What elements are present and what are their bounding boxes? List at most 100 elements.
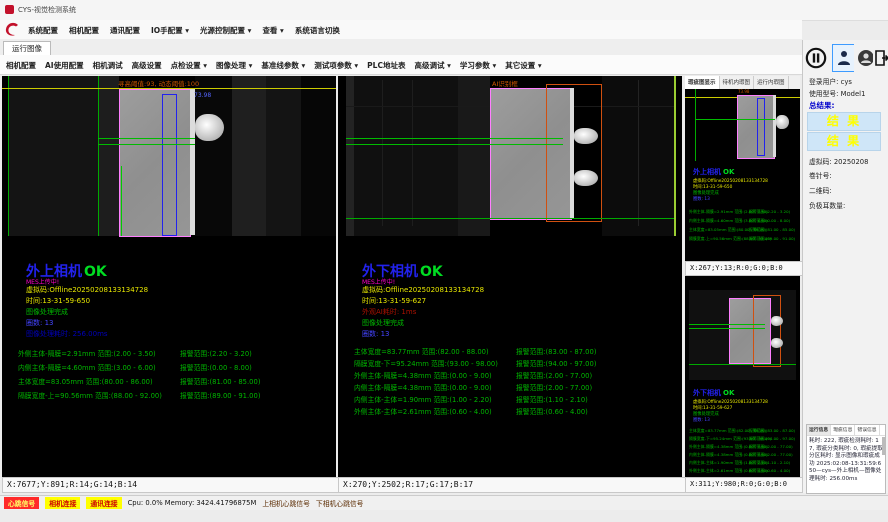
tool-advanced-settings[interactable]: 高级设置: [132, 60, 162, 71]
tool-advanced-debug[interactable]: 高级调试 ▾: [414, 60, 450, 71]
tool-baseline-params[interactable]: 基准线参数 ▾: [261, 60, 305, 71]
result-box-2: 结 果: [807, 132, 881, 151]
exit-door-icon: [874, 49, 888, 67]
log-text: 耗时: 222, 瑕疵检测耗时: 17, 瑕疵分类耗时: 0, 瑕疵提取分区耗时…: [807, 436, 885, 485]
menu-item-camera-config[interactable]: 相机配置: [69, 25, 99, 36]
baseline-vline: [98, 76, 99, 236]
barcode-text: 虚拟码:Offline20250208133134728: [362, 285, 484, 295]
tool-spotcheck-settings[interactable]: 点检设置 ▾: [171, 60, 207, 71]
metal-tab: [574, 128, 598, 144]
tool-camera-debug[interactable]: 相机调试: [93, 60, 123, 71]
process-done-text: 图像处理完成: [362, 318, 404, 328]
login-user-label: 登录用户: cys: [809, 76, 852, 86]
measure-row: 隔膜宽度-上=90.56mm 范围:(88.00 - 92.00)报警范围:(8…: [18, 390, 328, 402]
camera-panel-lower[interactable]: AI识别框 外下相机OK MES上传中! 虚拟码:Offline20250208…: [338, 76, 682, 477]
thumb-image-upper[interactable]: 73.98: [685, 89, 800, 161]
measure-row: 内侧主体-隔膜=4.38mm 范围:(0.00 - 9.00)报警范围:(2.0…: [354, 382, 664, 394]
result-box-1: 结 果: [807, 112, 881, 131]
time-text: 时间:13-31-59-650: [26, 296, 90, 306]
title-bar: CYS-视觉检测系统: [0, 0, 888, 21]
toolbar: 相机配置 AI使用配置 相机调试 高级设置 点检设置 ▾ 图像处理 ▾ 基准线参…: [0, 55, 802, 75]
measure-row: 内侧主体-隔膜=4.60mm 范围:(3.00 - 6.00)报警范围:(0.0…: [18, 362, 328, 374]
virtual-code-label: 虚拟码: 20250208: [809, 156, 868, 166]
product-region: [119, 89, 191, 237]
thumb-panel-lower[interactable]: 外下相机OK 虚拟码:Offline20250208133134728 时间:1…: [685, 276, 800, 477]
user-icon: [836, 49, 852, 67]
heartbeat-badge: 心跳信号: [4, 497, 39, 509]
ai-detect-rect: [546, 84, 602, 222]
model-label: 使用型号: Model1: [809, 88, 865, 98]
tool-image-processing[interactable]: 图像处理 ▾: [216, 60, 252, 71]
tool-camera-config[interactable]: 相机配置: [6, 60, 36, 71]
thumb-coord-bar-upper: X:267;Y:13;R:0;G:0;B:0: [685, 261, 806, 276]
measure-row: 隔膜宽度-下=95.24mm 范围:(93.00 - 98.00)报警范围:(9…: [354, 358, 664, 370]
comm-link-badge: 通讯连接: [86, 497, 121, 509]
measure-row: 内侧主体-主体=1.90mm 范围:(1.00 - 2.20)报警范围:(1.1…: [354, 394, 664, 406]
tool-ai-config[interactable]: AI使用配置: [45, 60, 84, 71]
tool-other-settings[interactable]: 其它设置 ▾: [505, 60, 541, 71]
login-user-value: cys: [841, 78, 852, 86]
measure-row: 主体宽度=83.77mm 范围:(82.00 - 88.00)报警范围:(83.…: [354, 346, 664, 358]
baseline-vline: [8, 76, 9, 236]
user-switch-button[interactable]: [832, 44, 856, 72]
metal-tab: [574, 170, 598, 186]
turns-text: 圈数: 13: [362, 329, 390, 339]
log-scrollbar[interactable]: [882, 437, 885, 455]
virtual-code-value: 20250208: [834, 158, 869, 166]
menu-item-language[interactable]: 系统语言切换: [295, 25, 340, 36]
measure-rect-blue: [162, 94, 177, 236]
thumb-panel-upper[interactable]: 73.98 外上相机OK 虚拟码:Offline2025020813313472…: [685, 89, 800, 261]
ai-label-overlay: AI识别框: [492, 78, 518, 88]
log-tab-run[interactable]: 运行信息: [807, 425, 831, 435]
result-ok: OK: [420, 264, 443, 280]
pin-label: 卷针号:: [809, 170, 832, 180]
menu-item-system-config[interactable]: 系统配置: [28, 25, 58, 36]
tool-test-params[interactable]: 测试项参数 ▾: [314, 60, 358, 71]
camera-image-upper[interactable]: 寻高阈值:93, 动态阈值:100 73.98: [2, 76, 336, 236]
metal-tab: [195, 114, 224, 141]
threshold-overlay: 寻高阈值:93, 动态阈值:100: [118, 78, 199, 88]
log-tabs: 运行信息 瑕疵信息 错误信息: [807, 425, 885, 436]
barcode-text: 虚拟码:Offline20250208133134728: [26, 285, 148, 295]
thumb-tabs: 瑕疵图显示 待机内瑕图 运行内瑕图: [685, 76, 800, 90]
time-text: 时间:13-31-59-627: [362, 296, 426, 306]
thumb-image-lower[interactable]: [685, 290, 800, 380]
coord-bar-lower: X:270;Y:2502;R:17;G:17;B:17: [338, 477, 688, 493]
result-ok: OK: [84, 264, 107, 280]
measure-row: 外侧主体-隔膜=2.91mm 范围:(2.00 - 3.50)报警范围:(2.2…: [18, 348, 328, 360]
cpu-memory-text: Cpu: 0.0% Memory: 3424.41796875M: [128, 499, 257, 507]
tool-learning-params[interactable]: 学习参数 ▾: [460, 60, 496, 71]
process-done-text: 图像处理完成: [26, 307, 68, 317]
camera-image-lower[interactable]: AI识别框: [338, 76, 682, 236]
thumb-result-title: 外上相机OK: [693, 167, 734, 177]
menu-item-light-config[interactable]: 光源控制配置 ▾: [200, 25, 251, 36]
camera-panel-upper[interactable]: 寻高阈值:93, 动态阈值:100 73.98 外上相机OK MES上传中! 虚…: [2, 76, 336, 477]
thumb-tab-defect[interactable]: 瑕疵图显示: [685, 76, 720, 89]
blue-measure-value: 73.98: [194, 92, 211, 99]
camera-link-badge: 相机连接: [45, 497, 80, 509]
log-tab-defect[interactable]: 瑕疵信息: [831, 425, 855, 435]
app-icon: [5, 5, 14, 14]
tool-plc-address[interactable]: PLC地址表: [367, 60, 405, 71]
toolbar-items: 相机配置 AI使用配置 相机调试 高级设置 点检设置 ▾ 图像处理 ▾ 基准线参…: [6, 60, 542, 71]
neg-tab-count-label: 负极耳数量:: [809, 200, 845, 210]
model-value: Model1: [841, 90, 866, 98]
measure-row: 外侧主体-主体=2.61mm 范围:(0.60 - 4.00)报警范围:(0.6…: [354, 406, 664, 418]
log-box[interactable]: 运行信息 瑕疵信息 错误信息 耗时: 222, 瑕疵检测耗时: 17, 瑕疵分类…: [806, 424, 886, 494]
process-time-text: 图像处理耗时: 256.00ms: [26, 329, 108, 339]
menu-items: 系统配置 相机配置 通讯配置 IO手配置 ▾ 光源控制配置 ▾ 查看 ▾ 系统语…: [28, 25, 340, 36]
ai-time-text: 外观AI耗时: 1ms: [362, 307, 416, 317]
thumb-coord-bar-lower: X:311;Y:980;R:0;G:0;B:0: [685, 477, 806, 493]
turns-text: 圈数: 13: [26, 318, 54, 328]
thumb-tab-run[interactable]: 运行内瑕图: [754, 76, 789, 89]
app-logo-icon: [4, 22, 22, 37]
thumb-tab-standby[interactable]: 待机内瑕图: [720, 76, 755, 89]
menu-item-io-config[interactable]: IO手配置 ▾: [151, 25, 189, 36]
menu-item-comm-config[interactable]: 通讯配置: [110, 25, 140, 36]
tab-run-image[interactable]: 运行图像: [3, 41, 51, 56]
pause-button[interactable]: [804, 44, 828, 72]
exit-button[interactable]: [873, 44, 888, 72]
log-tab-error[interactable]: 错误信息: [855, 425, 879, 435]
menu-item-view[interactable]: 查看 ▾: [262, 25, 283, 36]
tab-strip: 运行图像: [0, 39, 802, 56]
